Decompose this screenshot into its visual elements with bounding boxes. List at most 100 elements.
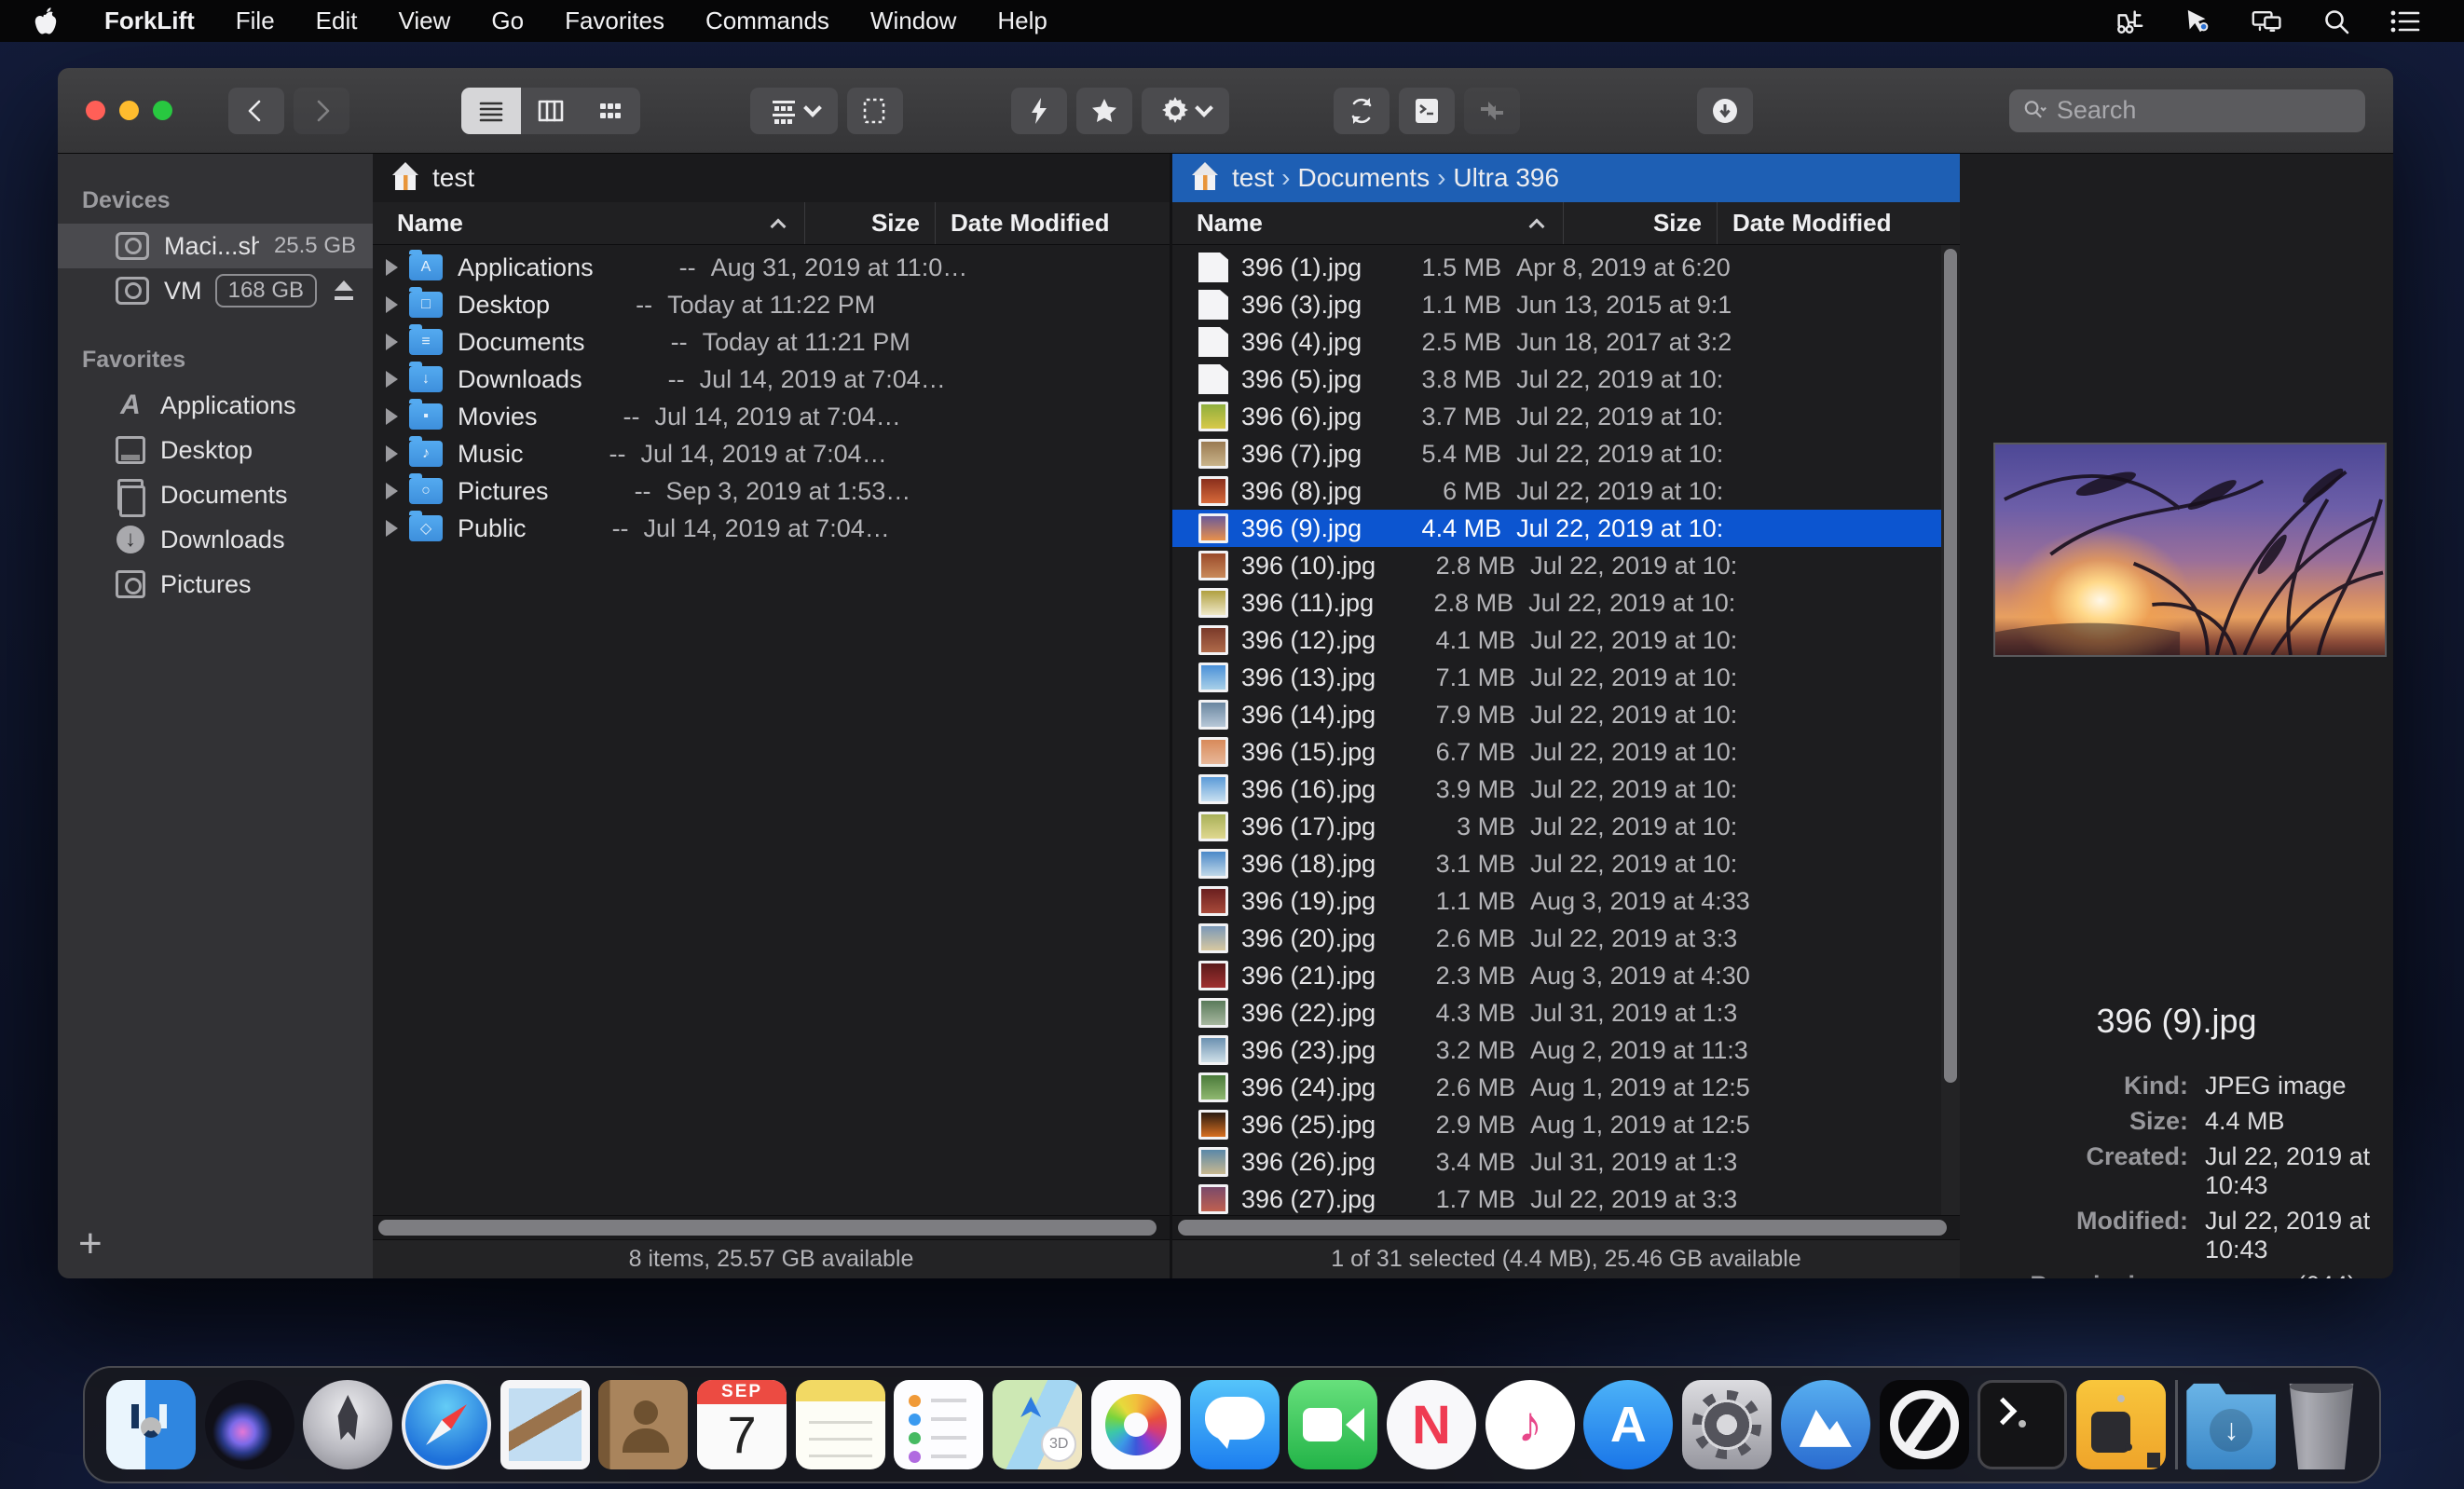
- breadcrumb-item[interactable]: Ultra 396: [1437, 163, 1559, 193]
- file-row[interactable]: 396 (18).jpg 3.1 MB Jul 22, 2019 at 10:: [1172, 845, 1941, 882]
- download-button[interactable]: [1697, 88, 1753, 134]
- folder-row[interactable]: Public -- Jul 14, 2019 at 7:04…: [373, 510, 1170, 547]
- menu-item[interactable]: Favorites: [544, 7, 685, 34]
- select-marquee-button[interactable]: [847, 88, 903, 134]
- file-row[interactable]: 396 (9).jpg 4.4 MB Jul 22, 2019 at 10:: [1172, 510, 1941, 547]
- dock-icon-appstore[interactable]: [1583, 1380, 1673, 1469]
- menu-item[interactable]: Go: [471, 7, 544, 34]
- file-row[interactable]: 396 (20).jpg 2.6 MB Jul 22, 2019 at 3:3: [1172, 920, 1941, 957]
- breadcrumb-item[interactable]: Documents: [1281, 163, 1430, 193]
- eject-icon[interactable]: [332, 280, 356, 301]
- search-input[interactable]: [2057, 96, 2352, 125]
- dock-icon-itunes[interactable]: [1485, 1380, 1575, 1469]
- sidebar-device-item[interactable]: VM...ders 168 GB: [58, 268, 373, 313]
- file-row[interactable]: 396 (1).jpg 1.5 MB Apr 8, 2019 at 6:20: [1172, 249, 1941, 286]
- terminal-button[interactable]: [1399, 88, 1455, 134]
- dock-icon-messages[interactable]: [1190, 1380, 1280, 1469]
- disclosure-triangle-icon[interactable]: [386, 408, 398, 425]
- dock-icon-downloads[interactable]: [2186, 1380, 2276, 1469]
- file-row[interactable]: 396 (22).jpg 4.3 MB Jul 31, 2019 at 1:3: [1172, 994, 1941, 1031]
- disclosure-triangle-icon[interactable]: [386, 259, 398, 276]
- dock-icon-siri[interactable]: [205, 1380, 294, 1469]
- dock-icon-facetime[interactable]: [1288, 1380, 1377, 1469]
- minimize-button[interactable]: [119, 101, 139, 120]
- dock-icon-forklift[interactable]: [2076, 1380, 2166, 1469]
- menu-item[interactable]: View: [377, 7, 471, 34]
- dock-icon-safari[interactable]: [402, 1380, 491, 1469]
- forward-button[interactable]: [294, 88, 349, 134]
- list-view-button[interactable]: [461, 88, 521, 134]
- back-button[interactable]: [228, 88, 284, 134]
- file-row[interactable]: 396 (26).jpg 3.4 MB Jul 31, 2019 at 1:3: [1172, 1143, 1941, 1181]
- folder-row[interactable]: Music -- Jul 14, 2019 at 7:04…: [373, 435, 1170, 472]
- file-row[interactable]: 396 (19).jpg 1.1 MB Aug 3, 2019 at 4:33: [1172, 882, 1941, 920]
- dock-icon-launchpad[interactable]: [303, 1380, 392, 1469]
- file-row[interactable]: 396 (5).jpg 3.8 MB Jul 22, 2019 at 10:: [1172, 361, 1941, 398]
- file-row[interactable]: 396 (25).jpg 2.9 MB Aug 1, 2019 at 12:5: [1172, 1106, 1941, 1143]
- favorites-button[interactable]: [1076, 88, 1132, 134]
- sidebar-favorite-item[interactable]: Documents: [58, 472, 373, 517]
- menu-item[interactable]: File: [215, 7, 295, 34]
- dock-icon-sysprefs[interactable]: [1682, 1380, 1772, 1469]
- quick-actions-button[interactable]: [1011, 88, 1067, 134]
- column-header-date[interactable]: Date Modified: [1717, 202, 1960, 244]
- dock-icon-mail[interactable]: [500, 1380, 590, 1469]
- forklift-status-icon[interactable]: [2114, 7, 2145, 35]
- file-row[interactable]: 396 (21).jpg 2.3 MB Aug 3, 2019 at 4:30: [1172, 957, 1941, 994]
- menu-item[interactable]: Edit: [295, 7, 378, 34]
- dock-icon-mountain[interactable]: [1781, 1380, 1870, 1469]
- file-row[interactable]: 396 (7).jpg 5.4 MB Jul 22, 2019 at 10:: [1172, 435, 1941, 472]
- folder-row[interactable]: Documents -- Today at 11:21 PM: [373, 323, 1170, 361]
- column-view-button[interactable]: [521, 88, 581, 134]
- folder-row[interactable]: Movies -- Jul 14, 2019 at 7:04…: [373, 398, 1170, 435]
- file-row[interactable]: 396 (4).jpg 2.5 MB Jun 18, 2017 at 3:2: [1172, 323, 1941, 361]
- folder-row[interactable]: Downloads -- Jul 14, 2019 at 7:04…: [373, 361, 1170, 398]
- file-row[interactable]: 396 (23).jpg 3.2 MB Aug 2, 2019 at 11:3: [1172, 1031, 1941, 1069]
- disclosure-triangle-icon[interactable]: [386, 520, 398, 537]
- scrollbar-thumb[interactable]: [378, 1220, 1157, 1236]
- folder-row[interactable]: Desktop -- Today at 11:22 PM: [373, 286, 1170, 323]
- displays-icon[interactable]: [2252, 7, 2283, 35]
- file-row[interactable]: 396 (10).jpg 2.8 MB Jul 22, 2019 at 10:: [1172, 547, 1941, 584]
- transfer-button[interactable]: [1464, 88, 1520, 134]
- right-vertical-scrollbar[interactable]: [1941, 245, 1960, 1215]
- menu-item[interactable]: Help: [977, 7, 1067, 34]
- folder-row[interactable]: Pictures -- Sep 3, 2019 at 1:53…: [373, 472, 1170, 510]
- breadcrumb[interactable]: test: [432, 163, 474, 193]
- menu-item[interactable]: Window: [850, 7, 977, 34]
- icon-view-button[interactable]: [581, 88, 640, 134]
- column-header-name[interactable]: Name: [373, 209, 804, 238]
- file-row[interactable]: 396 (11).jpg 2.8 MB Jul 22, 2019 at 10:: [1172, 584, 1941, 622]
- sidebar-device-item[interactable]: Maci...sh HD 25.5 GB: [58, 224, 373, 268]
- dock-icon-calendar[interactable]: [697, 1380, 787, 1469]
- remote-cursor-icon[interactable]: [2183, 7, 2214, 35]
- disclosure-triangle-icon[interactable]: [386, 296, 398, 313]
- scrollbar-thumb[interactable]: [1944, 249, 1957, 1083]
- sync-button[interactable]: [1334, 88, 1389, 134]
- file-row[interactable]: 396 (27).jpg 1.7 MB Jul 22, 2019 at 3:3: [1172, 1181, 1941, 1215]
- close-button[interactable]: [86, 101, 105, 120]
- dock-icon-reminders[interactable]: [894, 1380, 983, 1469]
- file-row[interactable]: 396 (16).jpg 3.9 MB Jul 22, 2019 at 10:: [1172, 771, 1941, 808]
- dock-icon-contacts[interactable]: [598, 1380, 688, 1469]
- dock-icon-photos[interactable]: [1091, 1380, 1181, 1469]
- column-header-name[interactable]: Name: [1172, 209, 1563, 238]
- column-header-date[interactable]: Date Modified: [935, 202, 1170, 244]
- zoom-button[interactable]: [153, 101, 172, 120]
- sidebar-favorite-item[interactable]: Applications: [58, 383, 373, 428]
- left-horizontal-scrollbar[interactable]: [373, 1215, 1170, 1239]
- column-header-size[interactable]: Size: [1563, 202, 1717, 244]
- folder-row[interactable]: Applications -- Aug 31, 2019 at 11:0…: [373, 249, 1170, 286]
- file-row[interactable]: 396 (12).jpg 4.1 MB Jul 22, 2019 at 10:: [1172, 622, 1941, 659]
- right-horizontal-scrollbar[interactable]: [1172, 1215, 1960, 1239]
- scrollbar-thumb[interactable]: [1178, 1220, 1947, 1236]
- dock-icon-news[interactable]: [1387, 1380, 1476, 1469]
- column-header-size[interactable]: Size: [804, 202, 935, 244]
- notification-list-icon[interactable]: [2389, 7, 2421, 35]
- dock-icon-trash[interactable]: [2285, 1380, 2358, 1469]
- breadcrumb-item[interactable]: test: [1232, 163, 1274, 193]
- file-row[interactable]: 396 (8).jpg 6 MB Jul 22, 2019 at 10:: [1172, 472, 1941, 510]
- dock-icon-maps[interactable]: [992, 1380, 1082, 1469]
- file-row[interactable]: 396 (24).jpg 2.6 MB Aug 1, 2019 at 12:5: [1172, 1069, 1941, 1106]
- left-path-bar[interactable]: test: [373, 154, 1170, 202]
